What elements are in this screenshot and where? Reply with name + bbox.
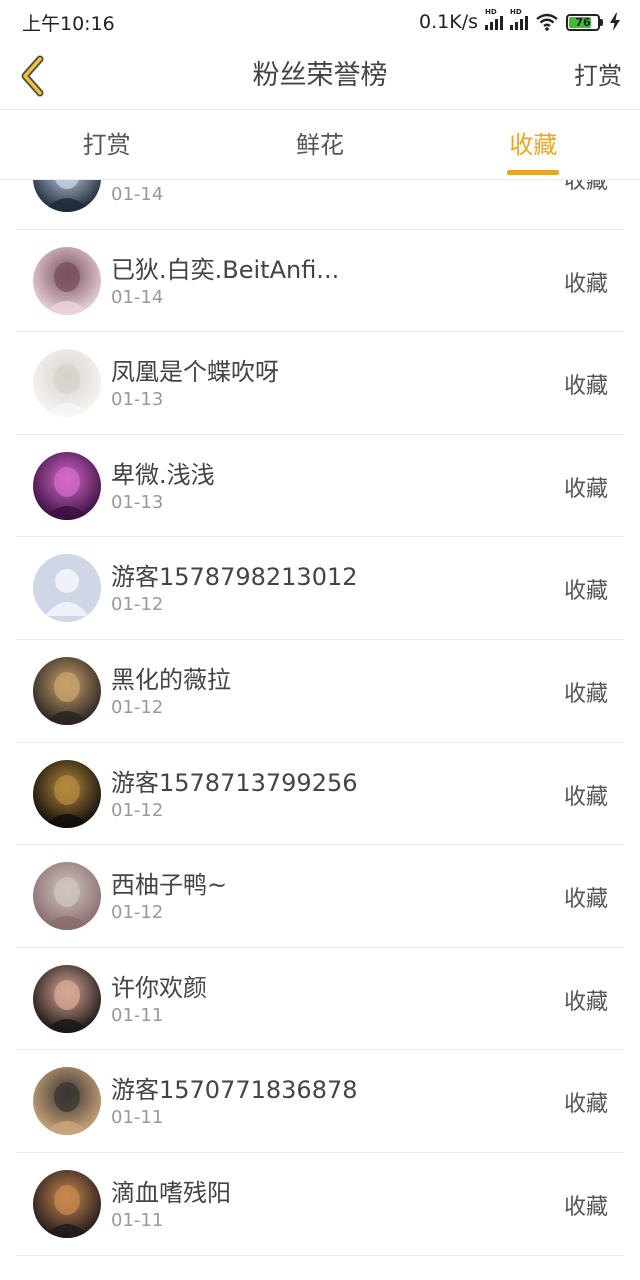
- tab-reward[interactable]: 打赏: [0, 110, 213, 179]
- user-name: 玛玛尔尔塔塔: [111, 180, 255, 182]
- favorite-date: 01-13: [111, 491, 164, 513]
- action-type-label: 收藏: [563, 476, 608, 502]
- tab-favorites[interactable]: 收藏: [427, 110, 640, 179]
- user-name: 游客1578713799256: [111, 768, 358, 797]
- avatar[interactable]: [33, 246, 101, 315]
- favorite-date: 01-14: [111, 286, 164, 308]
- action-type-label: 收藏: [563, 887, 608, 913]
- fan-list[interactable]: 玛玛尔尔塔塔01-14收藏 已狄.白奕.BeitAnfi...01-14收藏 凤…: [0, 180, 640, 1280]
- battery-level: 76: [575, 15, 591, 29]
- list-item[interactable]: 游客1578798213012 01-12 收藏: [16, 537, 624, 640]
- status-icons: 0.1K/s HD HD 76: [419, 8, 620, 33]
- avatar[interactable]: [33, 554, 101, 623]
- user-name: 滴血嗜残阳: [111, 1178, 231, 1207]
- favorite-date: 01-11: [111, 1209, 164, 1231]
- action-type-label: 收藏: [563, 1194, 608, 1220]
- charging-icon: [610, 13, 620, 31]
- user-name: 卑微.浅浅: [111, 460, 215, 489]
- list-item[interactable]: 滴血嗜残阳 01-11 收藏: [16, 1153, 624, 1256]
- avatar[interactable]: [33, 862, 101, 931]
- tab-flowers[interactable]: 鲜花: [213, 110, 426, 179]
- user-name: 黑化的薇拉: [111, 665, 231, 694]
- favorite-date: 01-11: [111, 1107, 164, 1129]
- action-type-label: 收藏: [563, 271, 608, 297]
- page-title: 粉丝荣誉榜: [252, 60, 388, 91]
- signal-hd-icon: HD: [485, 8, 503, 30]
- wifi-icon: [536, 13, 558, 31]
- list-item[interactable]: 游客1578713799256 01-12 收藏: [16, 743, 624, 846]
- list-item[interactable]: 许你欢颜 01-11 收藏: [16, 948, 624, 1051]
- list-item[interactable]: 玛玛尔尔塔塔 01-14 收藏: [16, 180, 624, 230]
- favorite-date: 01-11: [111, 1004, 164, 1026]
- favorite-date: 01-12: [111, 696, 164, 718]
- action-type-label: 收藏: [563, 681, 608, 707]
- avatar[interactable]: [33, 1169, 101, 1238]
- action-type-label: 收藏: [563, 374, 608, 400]
- action-type-label: 收藏: [563, 579, 608, 605]
- avatar[interactable]: [33, 349, 101, 418]
- list-item[interactable]: 黑化的薇拉 01-12 收藏: [16, 640, 624, 743]
- reward-button[interactable]: 打赏: [574, 44, 622, 108]
- action-type-label: 收藏: [563, 989, 608, 1015]
- favorite-date: 01-14: [111, 184, 164, 205]
- favorite-date: 01-12: [111, 594, 164, 616]
- network-speed: 0.1K/s: [419, 11, 478, 33]
- avatar[interactable]: [33, 180, 101, 212]
- favorite-date: 01-12: [111, 902, 164, 924]
- avatar[interactable]: [33, 451, 101, 520]
- action-type-label: 收藏: [563, 1092, 608, 1118]
- list-item[interactable]: 西柚子鸭~ 01-12 收藏: [16, 845, 624, 948]
- list-item[interactable]: 卑微.浅浅 01-13 收藏: [16, 435, 624, 538]
- user-name: 凤凰是个蝶吹呀: [111, 358, 279, 387]
- avatar[interactable]: [33, 759, 101, 828]
- avatar[interactable]: [33, 656, 101, 725]
- list-item[interactable]: 已狄.白奕.BeitAnfi... 01-14 收藏: [16, 230, 624, 333]
- header-bar: 粉丝荣誉榜 打赏: [0, 44, 640, 110]
- action-type-label: 收藏: [563, 784, 608, 810]
- list-item[interactable]: 游客1570771836878 01-11 收藏: [16, 1050, 624, 1153]
- user-name: 已狄.白奕.BeitAnfi...: [111, 255, 340, 284]
- user-name: 西柚子鸭~: [111, 871, 228, 900]
- favorite-date: 01-13: [111, 389, 164, 411]
- status-bar: 上午10:16 0.1K/s HD HD 76: [0, 0, 640, 44]
- avatar[interactable]: [33, 964, 101, 1033]
- action-type-label: 收藏: [563, 180, 608, 194]
- avatar[interactable]: [33, 1067, 101, 1136]
- user-name: 游客1578798213012: [111, 563, 358, 592]
- user-name: 许你欢颜: [111, 973, 207, 1002]
- user-name: 游客1570771836878: [111, 1076, 358, 1105]
- favorite-date: 01-12: [111, 799, 164, 821]
- tab-bar: 打赏 鲜花 收藏: [0, 110, 640, 180]
- signal-hd-icon: HD: [510, 8, 528, 30]
- list-item[interactable]: 凤凰是个蝶吹呀 01-13 收藏: [16, 332, 624, 435]
- battery-icon: 76: [566, 13, 603, 31]
- status-time: 上午10:16: [22, 12, 115, 35]
